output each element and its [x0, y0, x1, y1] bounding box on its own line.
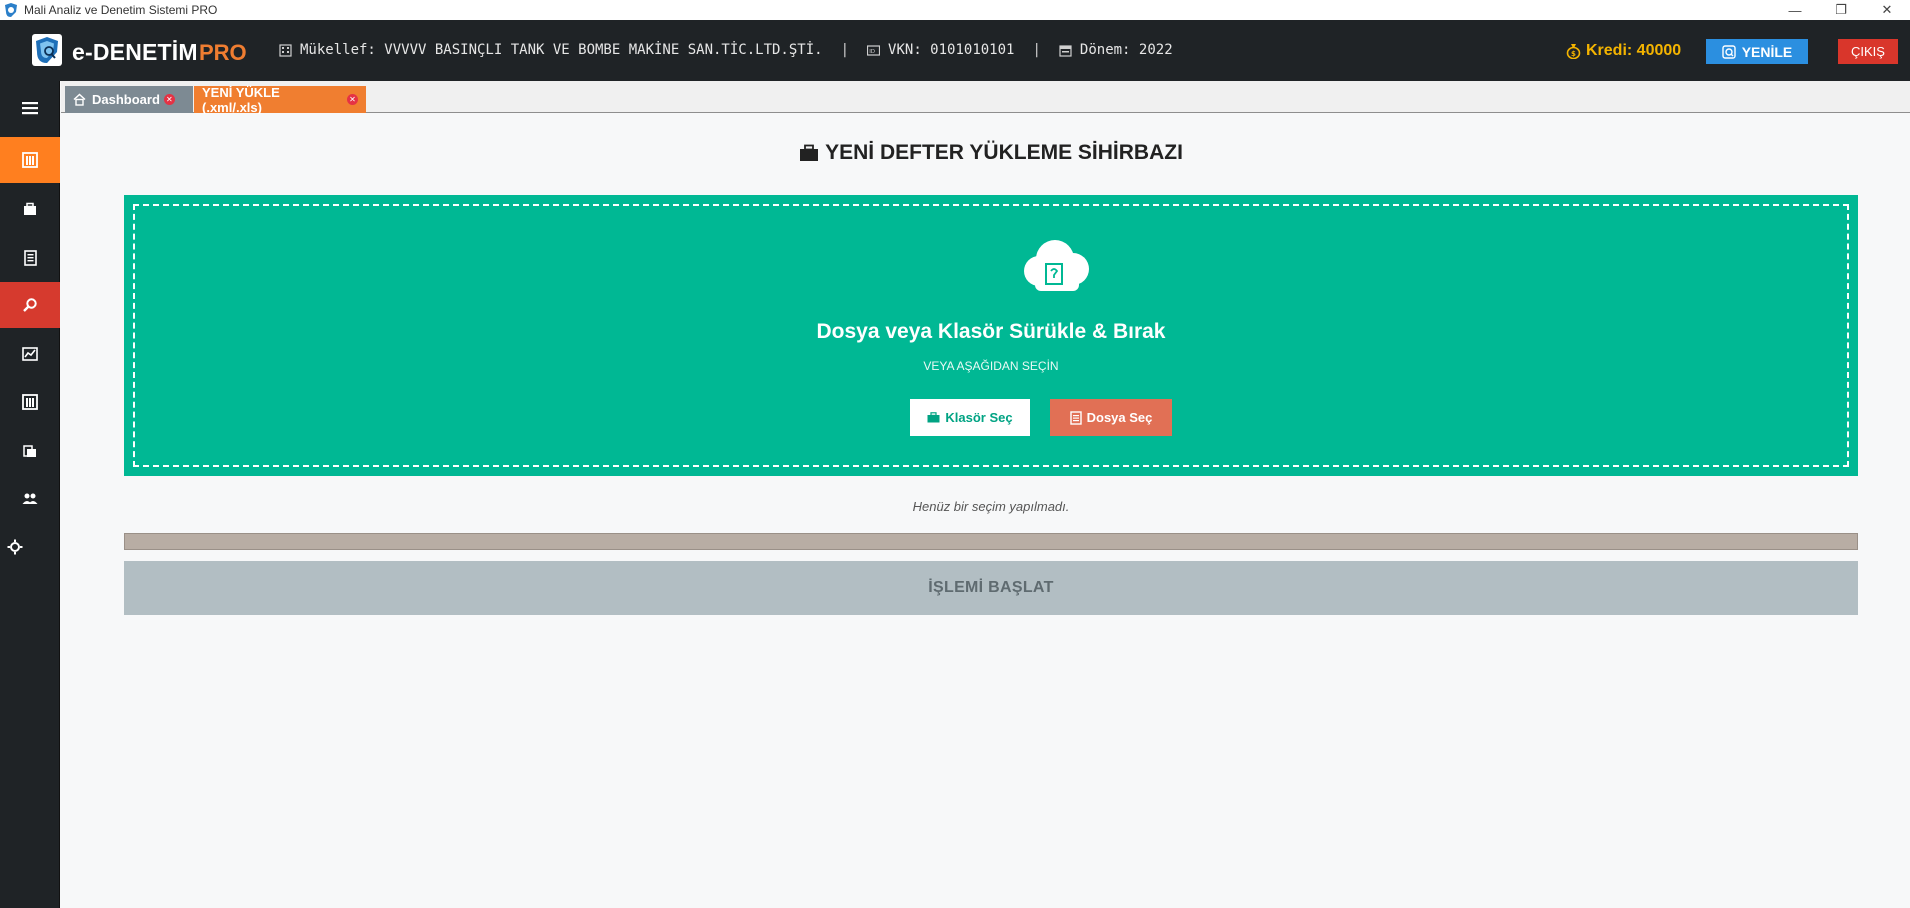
svg-text:ID: ID — [869, 49, 875, 55]
sidebar-item-institutions[interactable] — [0, 379, 60, 425]
select-folder-button[interactable]: Klasör Seç — [910, 399, 1030, 436]
refresh-label: YENİLE — [1741, 43, 1793, 60]
taxpayer-name: Mükellef: VVVVV BASINÇLI TANK VE BOMBE M… — [300, 42, 823, 58]
exit-button[interactable]: ÇIKIŞ — [1838, 39, 1898, 64]
app-logo-icon — [5, 3, 17, 17]
tab-new-upload-label: YENİ YÜKLE (.xml/.xls) — [202, 84, 280, 115]
close-tab-icon[interactable]: ✕ — [163, 94, 175, 105]
cloud-upload-icon — [1024, 240, 1089, 291]
tab-dashboard-label: Dashboard — [92, 92, 160, 107]
brand-name: e-DENETİM — [72, 39, 198, 65]
sidebar-item-charts[interactable] — [0, 331, 60, 377]
select-file-label: Dosya Seç — [1086, 410, 1153, 425]
tab-bar: Dashboard ✕ YENİ YÜKLE (.xml/.xls) ✕ — [61, 81, 1910, 115]
refresh-icon — [1722, 44, 1736, 59]
select-file-button[interactable]: Dosya Seç — [1050, 399, 1172, 436]
refresh-button[interactable]: YENİLE — [1706, 39, 1808, 64]
main-content: YENİ DEFTER YÜKLEME SİHİRBAZI Dosya veya… — [61, 114, 1910, 908]
search-icon — [23, 298, 37, 312]
home-icon — [73, 93, 86, 106]
id-card-icon: ID — [867, 44, 881, 56]
separator: | — [840, 42, 850, 58]
tab-dashboard[interactable]: Dashboard ✕ — [65, 86, 193, 113]
tab-new-upload[interactable]: YENİ YÜKLE (.xml/.xls) ✕ — [194, 84, 366, 115]
users-icon — [22, 493, 38, 504]
select-folder-label: Klasör Seç — [945, 410, 1013, 425]
chart-icon — [22, 347, 38, 361]
building-icon — [22, 394, 38, 410]
page-title-text: YENİ DEFTER YÜKLEME SİHİRBAZI — [825, 141, 1183, 164]
window-title: Mali Analiz ve Denetim Sistemi PRO — [24, 3, 218, 17]
calendar-icon — [1059, 44, 1072, 57]
document-icon — [1069, 410, 1082, 425]
sidebar-item-ledgers[interactable] — [0, 186, 60, 232]
progress-bar — [124, 533, 1858, 550]
drop-zone-title: Dosya veya Klasör Sürükle & Bırak — [816, 320, 1166, 343]
sidebar-menu-toggle[interactable] — [0, 85, 60, 131]
minimize-button[interactable]: — — [1772, 0, 1818, 20]
sidebar-item-analysis[interactable] — [0, 282, 60, 328]
building-icon — [22, 152, 38, 168]
drop-zone[interactable]: Dosya veya Klasör Sürükle & Bırak VEYA A… — [124, 195, 1858, 476]
drop-zone-subtitle: VEYA AŞAĞIDAN SEÇİN — [923, 359, 1059, 373]
selection-status: Henüz bir seçim yapılmadı. — [912, 499, 1070, 514]
sidebar-item-reports[interactable] — [0, 235, 60, 281]
start-process-button[interactable]: İŞLEMİ BAŞLAT — [124, 561, 1858, 615]
taxpayer-info: Mükellef: VVVVV BASINÇLI TANK VE BOMBE M… — [279, 42, 1173, 58]
gear-icon — [7, 539, 23, 555]
page-title: YENİ DEFTER YÜKLEME SİHİRBAZI — [61, 141, 1910, 165]
money-bag-icon: $ — [1566, 44, 1581, 59]
close-tab-icon[interactable]: ✕ — [347, 94, 358, 105]
sidebar-item-archive[interactable] — [0, 428, 60, 474]
document-icon — [24, 250, 37, 266]
briefcase-icon — [927, 412, 940, 423]
sidebar-item-settings[interactable] — [0, 524, 60, 570]
sidebar — [0, 81, 60, 908]
menu-icon — [22, 102, 38, 115]
vkn-value: VKN: 0101010101 — [888, 42, 1015, 58]
briefcase-icon — [800, 144, 819, 161]
period-value: Dönem: 2022 — [1079, 42, 1173, 58]
building-icon — [279, 43, 292, 57]
brand-suffix: PRO — [199, 40, 247, 65]
window-controls: — ❐ ✕ — [1772, 0, 1910, 20]
svg-text:$: $ — [1571, 50, 1576, 58]
brand-logo-icon — [32, 34, 62, 66]
app-header: e-DENETİM PRO Mükellef: VVVVV BASINÇLI T… — [0, 20, 1910, 81]
briefcase-icon — [24, 202, 36, 215]
sidebar-item-companies[interactable] — [0, 137, 60, 183]
sidebar-item-users[interactable] — [0, 476, 60, 522]
separator: | — [1032, 42, 1041, 58]
credit-display: $ Kredi: 40000 — [1566, 42, 1681, 60]
window-title-bar: Mali Analiz ve Denetim Sistemi PRO — ❐ ✕ — [0, 0, 1910, 20]
close-window-button[interactable]: ✕ — [1864, 0, 1910, 20]
folder-icon — [23, 445, 36, 457]
credit-value: Kredi: 40000 — [1586, 42, 1682, 59]
restore-button[interactable]: ❐ — [1818, 0, 1864, 20]
